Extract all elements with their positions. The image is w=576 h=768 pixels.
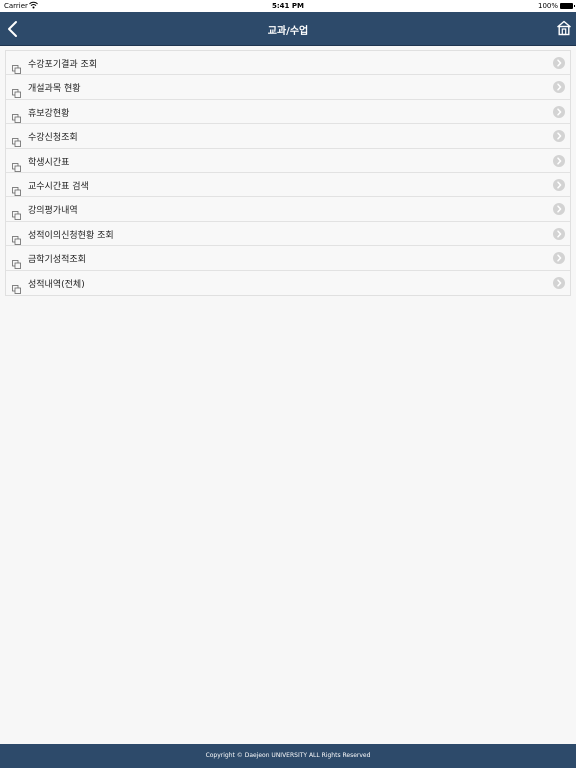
copy-icon <box>12 108 21 123</box>
copy-icon <box>12 83 21 99</box>
menu-item-label: 교수시간표 검색 <box>28 181 89 192</box>
menu-item-label: 휴보강현황 <box>28 108 70 119</box>
menu-item[interactable]: 휴보강현황 <box>6 99 570 125</box>
chevron-right-icon <box>553 276 565 289</box>
home-button[interactable] <box>556 20 572 36</box>
nav-bar: 교과/수업 <box>0 12 576 46</box>
menu-item[interactable]: 수강신청조회 <box>6 124 570 149</box>
page-title: 교과/수업 <box>267 26 309 37</box>
battery-percent: 100% <box>537 2 558 10</box>
menu-item[interactable]: 수강포기결과 조회 <box>6 51 570 76</box>
copy-icon <box>12 205 21 221</box>
copy-icon <box>12 230 21 245</box>
chevron-right-icon <box>553 227 565 240</box>
status-bar: Carrier 5:41 PM 100% <box>0 0 576 12</box>
chevron-right-icon <box>553 203 565 216</box>
copyright-text: Copyright © Daejeon UNIVERSITY ALL Right… <box>205 752 371 759</box>
menu-item[interactable]: 학생시간표 <box>6 148 570 173</box>
menu-item-label: 금학기성적조회 <box>28 255 86 266</box>
chevron-right-icon <box>553 105 565 118</box>
menu-item[interactable]: 성적내역(전체) <box>6 270 570 295</box>
copy-icon <box>12 157 21 172</box>
menu-item[interactable]: 개설과목 현황 <box>6 75 570 100</box>
copy-icon <box>12 59 21 74</box>
chevron-right-icon <box>553 130 565 143</box>
menu-list: 수강포기결과 조회개설과목 현황휴보강현황수강신청조회학생시간표교수시간표 검색… <box>5 50 571 296</box>
home-icon <box>557 20 571 36</box>
copy-icon <box>12 254 21 270</box>
chevron-right-icon <box>553 154 565 167</box>
clock: 5:41 PM <box>272 2 304 10</box>
menu-item-label: 수강신청조회 <box>28 133 78 144</box>
chevron-right-icon <box>553 81 565 94</box>
chevron-right-icon <box>553 178 565 191</box>
copy-icon <box>12 279 21 294</box>
battery-icon <box>560 3 575 9</box>
footer: Copyright © Daejeon UNIVERSITY ALL Right… <box>0 744 576 768</box>
copy-icon <box>12 181 21 196</box>
menu-item-label: 수강포기결과 조회 <box>28 60 98 70</box>
menu-item-label: 성적내역(전체) <box>28 279 85 290</box>
menu-item-label: 개설과목 현황 <box>28 84 81 95</box>
menu-item[interactable]: 금학기성적조회 <box>6 246 570 271</box>
chevron-right-icon <box>553 252 565 265</box>
menu-item-label: 강의평가내역 <box>28 206 78 217</box>
menu-item[interactable]: 성적이의신청현황 조회 <box>6 221 570 247</box>
menu-item[interactable]: 교수시간표 검색 <box>6 172 570 198</box>
copy-icon <box>12 132 21 148</box>
menu-item-label: 학생시간표 <box>28 157 70 168</box>
chevron-right-icon <box>553 57 565 69</box>
menu-item[interactable]: 강의평가내역 <box>6 197 570 222</box>
menu-item-label: 성적이의신청현황 조회 <box>28 230 114 241</box>
